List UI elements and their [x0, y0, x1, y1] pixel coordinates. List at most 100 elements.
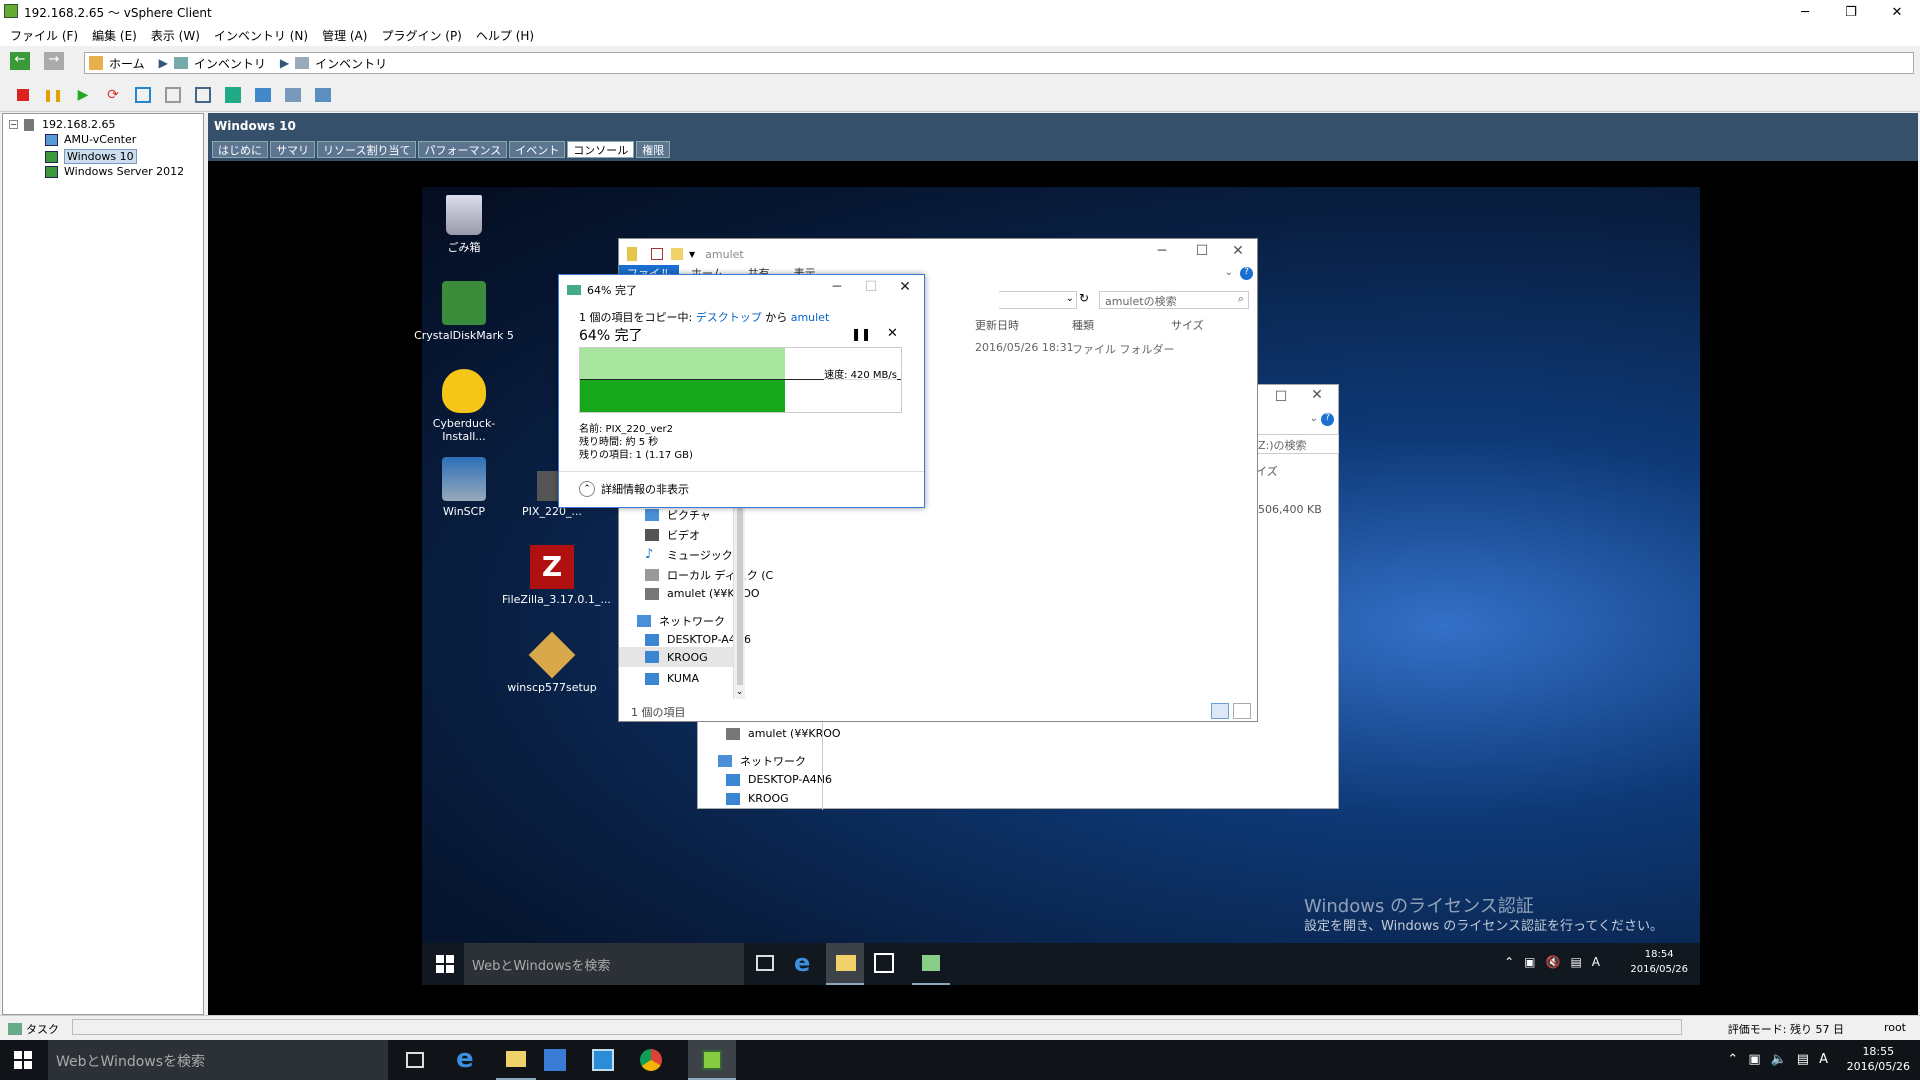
maximize-icon[interactable]: ☐ — [1187, 243, 1217, 259]
menu-plugin[interactable]: プラグイン (P) — [381, 27, 461, 44]
desktop-icon-winscp[interactable]: WinSCP — [414, 457, 514, 518]
nav-item-pictures[interactable]: ピクチャ — [645, 507, 711, 523]
breadcrumb-inventory[interactable]: インベントリ — [194, 55, 266, 72]
rdp-icon[interactable] — [592, 1049, 614, 1071]
reset-icon[interactable]: ⟳ — [107, 87, 119, 103]
maximize-icon[interactable]: ☐ — [1266, 389, 1296, 405]
vm-clock[interactable]: 18:54 2016/05/26 — [1630, 947, 1688, 977]
help-icon[interactable]: ? — [1321, 413, 1334, 426]
network-icon[interactable]: ▣ — [1524, 955, 1535, 969]
nav-scrollbar[interactable]: ⌄ — [733, 503, 745, 699]
migrate-icon[interactable] — [255, 87, 271, 102]
start-icon[interactable] — [436, 955, 454, 973]
start-icon[interactable] — [14, 1051, 32, 1069]
nav-item-amulet[interactable]: amulet (¥¥KROO — [726, 727, 841, 740]
snapshot-icon[interactable] — [135, 86, 151, 103]
power-off-icon[interactable] — [17, 88, 29, 101]
ime-indicator[interactable]: A — [1819, 1052, 1828, 1067]
tab-performance[interactable]: パフォーマンス — [418, 141, 508, 158]
edit-settings-icon[interactable] — [285, 87, 301, 102]
host-clock[interactable]: 18:55 2016/05/26 — [1847, 1044, 1910, 1074]
task-view-icon[interactable] — [406, 1052, 424, 1068]
desktop-icon-filezilla[interactable]: Z FileZilla_3.17.0.1_... — [502, 545, 611, 606]
copy-progress-dialog[interactable]: 64% 完了 ─ ☐ ✕ 1 個の項目をコピー中: デスクトップ から amul… — [558, 274, 925, 508]
column-header-date[interactable]: 更新日時 — [975, 317, 1019, 333]
menu-view[interactable]: 表示 (W) — [151, 27, 200, 44]
nav-item-desktop-a4n6[interactable]: DESKTOP-A4N6 — [726, 773, 832, 786]
tasks-button[interactable]: タスク — [8, 1021, 59, 1037]
help-icon[interactable]: ? — [1240, 267, 1253, 280]
back-icon[interactable]: ← — [10, 52, 30, 70]
refresh-icon[interactable]: ↻ — [1079, 291, 1095, 309]
breadcrumb-inventory-2[interactable]: インベントリ — [315, 55, 387, 72]
tree-item-winserver2012[interactable]: Windows Server 2012 — [45, 165, 184, 178]
close-icon[interactable]: ✕ — [890, 279, 920, 295]
pause-icon[interactable]: ❚❚ — [43, 88, 63, 102]
close-icon[interactable]: ✕ — [1302, 387, 1332, 403]
tab-getting-started[interactable]: はじめに — [212, 141, 268, 158]
taskbar-explorer[interactable] — [496, 1040, 536, 1080]
copy-dest-link[interactable]: amulet — [791, 311, 830, 324]
column-header-size[interactable]: サイズ — [1171, 317, 1204, 333]
taskbar-copy[interactable] — [912, 943, 950, 985]
notification-icon[interactable]: ▤ — [1570, 955, 1581, 969]
pause-icon[interactable]: ❚❚ — [851, 327, 871, 341]
edge-icon[interactable]: e — [794, 949, 810, 977]
minimize-icon[interactable]: ─ — [1147, 243, 1177, 259]
speaker-icon[interactable]: 🔈 — [1771, 1052, 1787, 1067]
address-dropdown[interactable]: ⌄ — [999, 291, 1077, 309]
desktop-icon-crystaldiskmark[interactable]: CrystalDiskMark 5 — [414, 281, 514, 342]
notification-icon[interactable]: ▤ — [1797, 1052, 1809, 1067]
menu-file[interactable]: ファイル (F) — [10, 27, 78, 44]
host-search-box[interactable]: WebとWindowsを検索 — [48, 1040, 388, 1080]
cancel-copy-icon[interactable]: ✕ — [887, 326, 898, 341]
tab-console[interactable]: コンソール — [567, 141, 635, 158]
desktop-icon-recycle-bin[interactable]: ごみ箱 — [414, 195, 514, 255]
minimize-icon[interactable]: ─ — [822, 279, 852, 295]
nav-item-music[interactable]: ♪ ミュージック — [645, 547, 733, 563]
revert-snapshot-icon[interactable] — [165, 86, 181, 103]
menu-edit[interactable]: 編集 (E) — [92, 27, 137, 44]
properties-icon[interactable] — [651, 248, 663, 260]
customize-chevron-icon[interactable]: ▼ — [689, 250, 695, 259]
tree-item-windows10[interactable]: Windows 10 — [45, 149, 137, 164]
close-button[interactable]: ✕ — [1874, 0, 1920, 24]
desktop-icon-cyberduck[interactable]: Cyberduck-Install... — [414, 369, 514, 443]
chevron-down-icon[interactable]: ⌄ — [1225, 267, 1233, 278]
tree-root[interactable]: − 192.168.2.65 — [9, 118, 115, 131]
snapshot-manager-icon[interactable] — [195, 86, 211, 103]
restore-button[interactable]: ❐ — [1828, 0, 1874, 24]
menu-help[interactable]: ヘルプ (H) — [476, 27, 534, 44]
tab-summary[interactable]: サマリ — [270, 141, 315, 158]
chevron-down-icon[interactable]: ⌄ — [1310, 413, 1318, 424]
menu-admin[interactable]: 管理 (A) — [322, 27, 367, 44]
tab-events[interactable]: イベント — [509, 141, 566, 158]
scroll-down-icon[interactable]: ⌄ — [734, 687, 745, 697]
nav-item-kroog[interactable]: KROOG — [726, 792, 789, 805]
tab-resource-allocation[interactable]: リソース割り当て — [317, 141, 417, 158]
minimize-button[interactable]: ─ — [1782, 0, 1828, 24]
clone-icon[interactable] — [315, 87, 331, 102]
console-icon[interactable] — [225, 86, 241, 103]
nav-item-videos[interactable]: ビデオ — [645, 527, 700, 543]
nav-item-kroog[interactable]: KROOG — [619, 647, 733, 667]
taskbar-vsphere[interactable] — [688, 1040, 736, 1080]
close-icon[interactable]: ✕ — [1223, 243, 1253, 259]
column-header-size[interactable]: イズ — [1256, 463, 1278, 479]
ime-indicator[interactable]: A — [1592, 955, 1600, 969]
copy-source-link[interactable]: デスクトップ — [696, 311, 762, 324]
details-view-icon[interactable] — [1211, 703, 1229, 719]
search-input[interactable]: Z:)の検索 — [1255, 434, 1339, 454]
collapse-icon[interactable]: − — [9, 120, 18, 129]
forward-icon[interactable]: → — [44, 52, 64, 70]
nav-item-network[interactable]: ネットワーク — [718, 753, 806, 769]
chrome-icon[interactable] — [640, 1049, 662, 1071]
tree-item-amu-vcenter[interactable]: AMU-vCenter — [45, 133, 136, 146]
large-icons-view-icon[interactable] — [1233, 703, 1251, 719]
nav-item-local-disk[interactable]: ローカル ディスク (C — [645, 567, 773, 583]
tray-chevron-up-icon[interactable]: ⌃ — [1727, 1052, 1738, 1067]
tray-chevron-up-icon[interactable]: ⌃ — [1504, 955, 1514, 969]
taskbar-explorer[interactable] — [826, 943, 864, 985]
speaker-muted-icon[interactable]: 🔇 — [1545, 955, 1560, 969]
column-header-type[interactable]: 種類 — [1072, 317, 1094, 333]
